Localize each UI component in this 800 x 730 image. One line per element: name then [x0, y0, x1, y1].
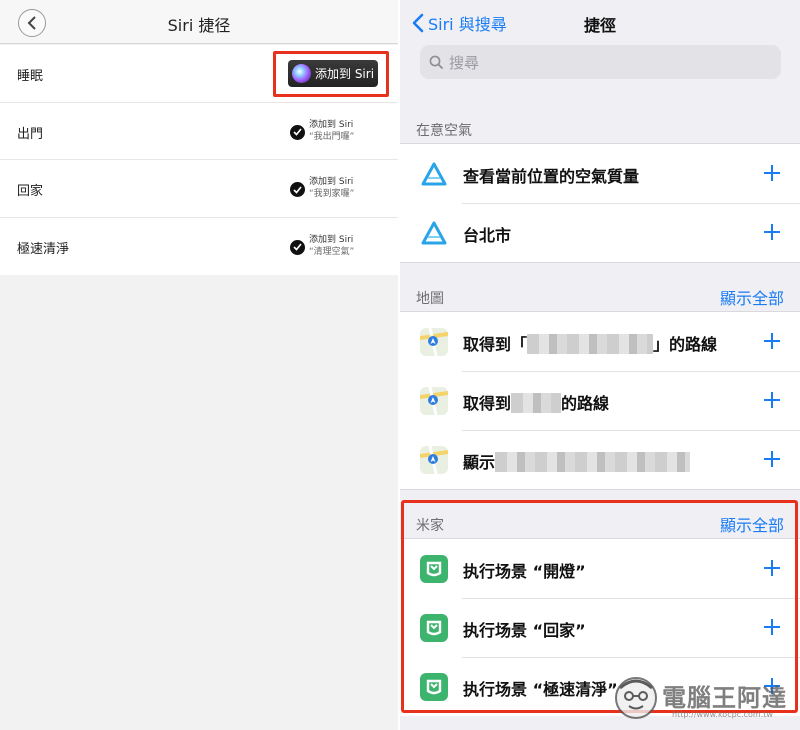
siri-phrase: “我到家囉”	[309, 189, 355, 199]
search-input[interactable]: 搜尋	[420, 45, 781, 79]
nav-bar: Siri 與搜尋 捷徑	[400, 0, 800, 42]
list-item[interactable]: 执行场景 “極速清淨”	[400, 657, 800, 716]
shortcut-title: 执行场景 “回家”	[463, 621, 586, 640]
mijia-app-icon	[420, 673, 448, 701]
mijia-app-icon	[420, 614, 448, 642]
route-prefix: 顯示	[463, 453, 496, 472]
added-label: 添加到 Siri	[309, 234, 354, 245]
show-all-link[interactable]: 顯示全部	[720, 512, 784, 536]
search-placeholder: 搜尋	[449, 53, 480, 72]
list-item: 回家 添加到 Siri “我到家囉”	[0, 160, 398, 218]
siri-icon	[292, 64, 311, 83]
list-item[interactable]: 查看當前位置的空氣質量	[400, 144, 800, 203]
list-item[interactable]: 取得到「 」的路線	[400, 312, 800, 371]
plus-icon	[764, 165, 780, 181]
show-all-link[interactable]: 顯示全部	[720, 285, 784, 309]
added-to-siri-status[interactable]: 添加到 Siri “我出門囉”	[290, 119, 354, 143]
added-label: 添加到 Siri	[309, 177, 354, 187]
list-item: 睡眠 添加到 Siri	[0, 45, 398, 103]
add-shortcut-button[interactable]	[762, 326, 782, 356]
list-item[interactable]: 顯示	[400, 430, 800, 489]
section-mijia: 执行场景 “開燈” 执行场景 “回家” 执行场景 “極速清淨”	[400, 538, 800, 716]
maps-app-icon	[420, 446, 448, 474]
list-item[interactable]: 执行场景 “開燈”	[400, 539, 800, 598]
plus-icon	[764, 333, 780, 349]
shortcut-title: 执行场景 “極速清淨”	[463, 680, 618, 699]
add-to-siri-label: 添加到 Siri	[315, 67, 375, 81]
checkmark-icon	[290, 182, 305, 197]
shortcut-title: 执行场景 “開燈”	[463, 562, 586, 581]
checkmark-icon	[290, 124, 305, 140]
search-icon	[429, 55, 443, 69]
add-shortcut-button[interactable]	[762, 217, 782, 247]
siri-phrase: “清理空氣”	[309, 246, 355, 257]
shortcut-title: 台北市	[463, 226, 512, 245]
add-shortcut-button[interactable]	[762, 671, 782, 701]
route-suffix: 的路線	[561, 394, 610, 413]
list-item: 極速清淨 添加到 Siri “清理空氣”	[0, 218, 398, 276]
redacted-text	[495, 452, 691, 472]
plus-icon	[764, 451, 780, 467]
siri-shortcuts-panel: Siri 捷径 睡眠 添加到 Siri 出門 添加到 Siri “我出門囉” 回…	[0, 0, 398, 730]
shortcut-label: 出門	[17, 126, 44, 142]
section-header-maps: 地圖 顯示全部	[400, 285, 800, 309]
shortcut-label: 睡眠	[17, 69, 44, 84]
added-label: 添加到 Siri	[309, 119, 354, 130]
plus-icon	[764, 392, 780, 408]
section-maps: 取得到「 」的路線 取得到 的路線 顯示	[400, 311, 800, 490]
route-prefix: 取得到「	[463, 335, 528, 354]
checkmark-icon	[290, 239, 305, 255]
shortcut-label: 回家	[17, 184, 44, 199]
shortcut-title: 顯示	[463, 449, 691, 473]
shortcut-title: 取得到「 」的路線	[463, 331, 717, 355]
list-item[interactable]: 台北市	[400, 203, 800, 262]
section-title: 米家	[416, 518, 444, 534]
mijia-app-icon	[420, 555, 448, 583]
page-title: 捷徑	[583, 16, 616, 35]
list-item[interactable]: 执行场景 “回家”	[400, 598, 800, 657]
add-shortcut-button[interactable]	[762, 158, 782, 188]
add-shortcut-button[interactable]	[762, 444, 782, 474]
shortcut-list: 睡眠 添加到 Siri 出門 添加到 Siri “我出門囉” 回家 添加到 Si…	[0, 45, 398, 275]
add-shortcut-button[interactable]	[762, 385, 782, 415]
list-item[interactable]: 取得到 的路線	[400, 371, 800, 430]
list-item: 出門 添加到 Siri “我出門囉”	[0, 103, 398, 160]
maps-app-icon	[420, 328, 448, 356]
plus-icon	[764, 224, 780, 240]
section-title: 地圖	[416, 291, 444, 307]
add-shortcut-button[interactable]	[762, 612, 782, 642]
add-to-siri-button[interactable]: 添加到 Siri	[288, 60, 378, 87]
page-title: Siri 捷径	[167, 16, 231, 35]
route-prefix: 取得到	[463, 394, 512, 413]
siri-phrase: “我出門囉”	[309, 131, 355, 142]
shortcut-label: 極速清淨	[17, 241, 70, 257]
plus-icon	[764, 678, 780, 694]
section-header-mijia: 米家 顯示全部	[400, 512, 800, 536]
maps-app-icon	[420, 387, 448, 415]
shortcut-title: 取得到 的路線	[463, 390, 609, 414]
ios-shortcuts-panel: Siri 與搜尋 捷徑 搜尋 在意空氣 查看當前位置的空氣質量 台北市 地圖 顯…	[400, 0, 800, 730]
shortcut-title: 查看當前位置的空氣質量	[463, 167, 640, 186]
left-header: Siri 捷径	[0, 0, 398, 44]
added-to-siri-status[interactable]: 添加到 Siri “清理空氣”	[290, 234, 354, 258]
plus-icon	[764, 560, 780, 576]
section-header-air: 在意空氣	[400, 117, 800, 141]
section-title: 在意空氣	[416, 123, 472, 139]
added-to-siri-status[interactable]: 添加到 Siri “我到家囉”	[290, 176, 354, 200]
add-shortcut-button[interactable]	[762, 553, 782, 583]
redacted-text	[511, 393, 562, 413]
air-app-icon	[421, 221, 447, 245]
route-suffix: 」的路線	[653, 335, 718, 354]
air-app-icon	[421, 162, 447, 186]
section-air-quality: 查看當前位置的空氣質量 台北市	[400, 143, 800, 263]
redacted-text	[527, 334, 654, 354]
plus-icon	[764, 619, 780, 635]
